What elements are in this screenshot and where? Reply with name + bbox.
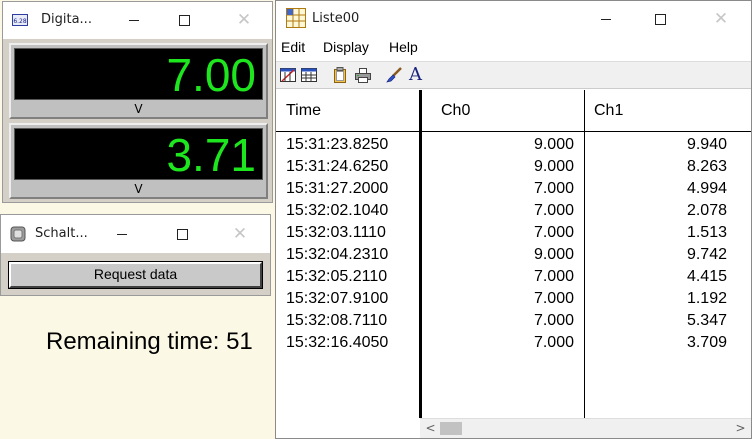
cell-ch1: 5.347 [686,312,727,329]
cell-ch1: 1.513 [686,224,727,241]
maximize-button[interactable] [159,215,205,253]
cell-ch1: 1.192 [686,290,727,307]
cell-ch0: 7.000 [533,290,574,307]
horizontal-scrollbar[interactable]: < > [420,418,751,438]
readout-panel: 7.00 V [9,43,268,119]
cell-ch0: 7.000 [533,334,574,351]
scroll-right-arrow[interactable]: > [732,419,749,438]
switch-icon [10,226,26,242]
menu-bar: Edit Display Help [276,37,751,59]
title-bar[interactable]: 6.28 Digita... ✕ [3,2,272,39]
maximize-button[interactable] [637,1,683,37]
cell-time: 15:32:03.1110 [286,224,386,241]
cell-ch1: 3.709 [686,334,727,351]
clipboard-icon[interactable] [332,67,348,83]
scroll-thumb[interactable] [440,422,462,435]
table-row[interactable]: 15:32:07.9100 7.000 1.192 [276,288,751,310]
table-row[interactable]: 15:31:23.8250 9.000 9.940 [276,134,751,156]
scroll-left-arrow[interactable]: < [422,419,439,438]
minimize-button[interactable] [99,215,145,253]
data-table: Time Ch0 Ch1 15:31:23.8250 9.000 9.940 15:3… [276,90,751,418]
title-bar[interactable]: Schalt... ✕ [1,215,270,253]
table-row[interactable]: 15:32:16.4050 7.000 3.709 [276,332,751,354]
toolbar: A [276,61,751,89]
menu-display[interactable]: Display [323,39,369,55]
table-row[interactable]: 15:32:08.7110 7.000 5.347 [276,310,751,332]
list-window: Liste00 ✕ Edit Display Help A Time Ch0 C… [275,0,752,439]
minimize-button[interactable] [583,1,629,37]
readout-unit: V [134,182,143,196]
cell-time: 15:32:07.9100 [286,290,389,307]
cell-ch0: 9.000 [533,158,574,175]
menu-edit[interactable]: Edit [281,39,305,55]
cell-time: 15:32:16.4050 [286,334,389,351]
cell-time: 15:32:08.7110 [286,312,388,329]
readout-panel: 3.71 V [9,123,268,199]
remaining-time-text: Remaining time: 51 [46,328,253,355]
menu-help[interactable]: Help [389,39,418,55]
window-title: Digita... [41,12,92,27]
close-button[interactable]: ✕ [217,215,263,253]
printer-icon[interactable] [355,67,371,83]
cell-ch1: 8.263 [686,158,727,175]
readout-unit: V [134,102,143,116]
table-row[interactable]: 15:31:24.6250 9.000 8.263 [276,156,751,178]
table-row[interactable]: 15:32:03.1110 7.000 1.513 [276,222,751,244]
digital-meter-icon: 6.28 [12,14,28,26]
schalter-window: Schalt... ✕ Request data [0,214,271,296]
font-icon[interactable]: A [409,65,427,85]
column-header-ch1[interactable]: Ch1 [594,90,623,131]
cell-ch1: 9.940 [686,136,727,153]
cell-ch1: 9.742 [686,246,727,263]
header-divider [276,131,751,132]
svg-text:6.28: 6.28 [13,18,27,25]
cell-ch1: 4.994 [686,180,727,197]
window-title: Schalt... [35,226,88,241]
maximize-button[interactable] [161,2,207,38]
cell-ch1: 4.415 [686,268,727,285]
cell-time: 15:31:24.6250 [286,158,389,175]
lcd-display: 3.71 [14,128,263,181]
table-row[interactable]: 15:32:04.2310 9.000 9.742 [276,244,751,266]
cell-time: 15:32:02.1040 [286,202,389,219]
minimize-button[interactable] [111,2,157,38]
lcd-display: 7.00 [14,48,263,101]
cell-ch0: 7.000 [533,268,574,285]
column-header-ch0[interactable]: Ch0 [441,90,470,131]
cell-ch0: 7.000 [533,180,574,197]
cell-time: 15:31:23.8250 [286,136,389,153]
table-red-icon[interactable] [280,67,296,83]
table-row[interactable]: 15:32:05.2110 7.000 4.415 [276,266,751,288]
title-bar[interactable]: Liste00 ✕ [276,1,751,37]
column-header-time[interactable]: Time [286,90,321,131]
readout-value: 3.71 [166,129,256,181]
window-title: Liste00 [312,11,360,26]
cell-ch0: 9.000 [533,246,574,263]
table-row[interactable]: 15:32:02.1040 7.000 2.078 [276,200,751,222]
cell-ch0: 9.000 [533,136,574,153]
cell-ch0: 7.000 [533,312,574,329]
readout-value: 7.00 [166,49,256,101]
cell-time: 15:32:05.2110 [286,268,388,285]
table-icon[interactable] [301,67,317,83]
list-table-icon [286,8,306,28]
close-button[interactable]: ✕ [698,1,744,37]
close-button[interactable]: ✕ [221,2,267,38]
digital-display-window: 6.28 Digita... ✕ 7.00 V 3.71 V [2,1,273,203]
table-row[interactable]: 15:31:27.2000 7.000 4.994 [276,178,751,200]
brush-icon[interactable] [386,67,402,83]
request-data-button[interactable]: Request data [8,261,263,289]
cell-ch0: 7.000 [533,224,574,241]
cell-ch0: 7.000 [533,202,574,219]
cell-time: 15:32:04.2310 [286,246,389,263]
cell-time: 15:31:27.2000 [286,180,389,197]
cell-ch1: 2.078 [686,202,727,219]
